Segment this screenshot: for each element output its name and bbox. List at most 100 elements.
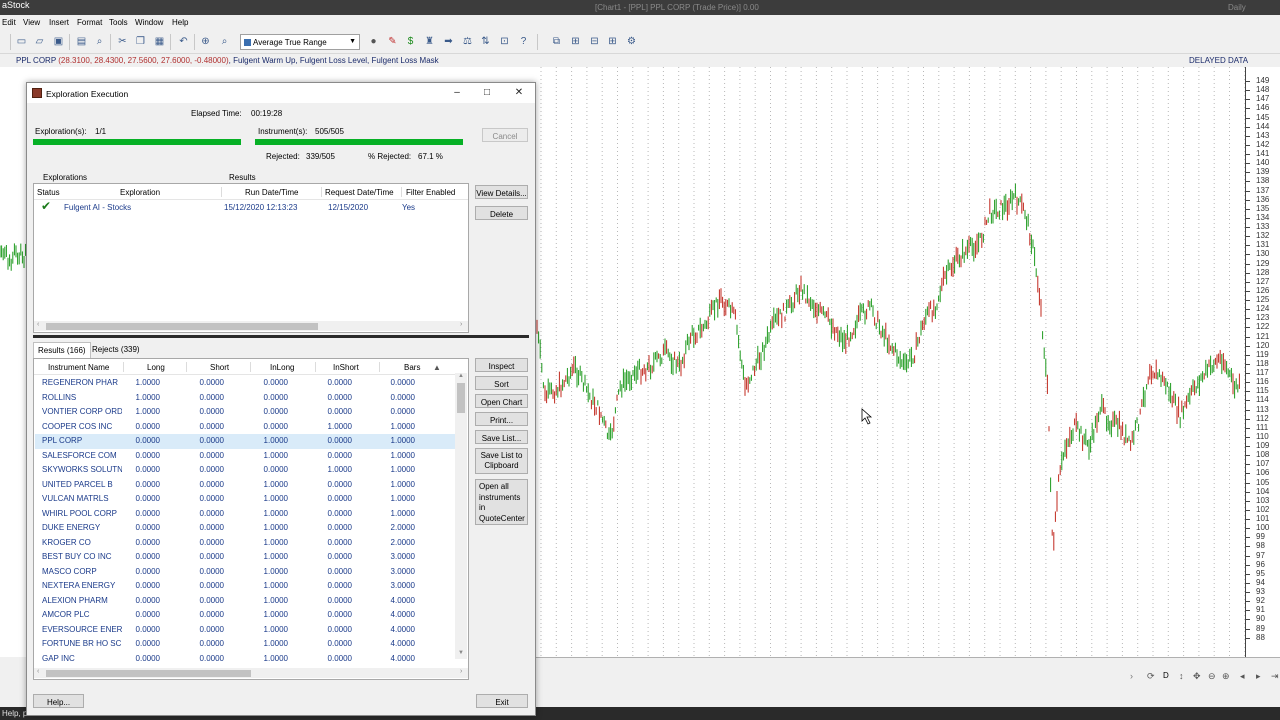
minimize-icon[interactable]: –: [450, 86, 464, 100]
dollar-icon[interactable]: $: [404, 35, 417, 48]
refresh-icon[interactable]: ⟳: [1147, 671, 1155, 682]
exit-button[interactable]: Exit: [476, 694, 528, 708]
column-header-request-date[interactable]: Request Date/Time: [325, 188, 394, 197]
delete-button[interactable]: Delete: [475, 206, 528, 220]
zoom-in-icon[interactable]: ⊕: [1222, 671, 1230, 682]
scroll-down-arrow-icon[interactable]: ▼: [458, 650, 464, 656]
table-row[interactable]: ALEXION PHARM 0.0000 0.0000 1.0000 0.0000 4.0…: [35, 594, 455, 609]
cut-icon[interactable]: ✂: [116, 35, 129, 48]
paste-icon[interactable]: ▦: [153, 35, 166, 48]
hscroll-thumb[interactable]: [46, 670, 251, 677]
binoculars-icon[interactable]: ♜: [423, 35, 436, 48]
column-header-long[interactable]: Long: [147, 363, 165, 372]
print-button[interactable]: Print...: [475, 412, 528, 426]
cascade-icon[interactable]: ⧉: [550, 35, 563, 48]
table-row[interactable]: MASCO CORP 0.0000 0.0000 1.0000 0.0000 3.0000: [35, 565, 455, 580]
indicator-select[interactable]: Average True Range ▼: [240, 34, 360, 50]
save-list-clipboard-button[interactable]: Save List to Clipboard: [475, 448, 528, 474]
cancel-button[interactable]: Cancel: [482, 128, 528, 142]
print-icon[interactable]: ▤: [75, 35, 88, 48]
close-icon[interactable]: ✕: [512, 86, 526, 100]
panel-splitter[interactable]: [33, 335, 529, 338]
grid-icon[interactable]: ⊞: [606, 35, 619, 48]
column-header-status[interactable]: Status: [37, 188, 60, 197]
table-row[interactable]: NEXTERA ENERGY 0.0000 0.0000 1.0000 0.0000 3.…: [35, 579, 455, 594]
tab-results[interactable]: Results (166): [33, 342, 91, 358]
column-header-run-date[interactable]: Run Date/Time: [245, 188, 299, 197]
scroll-prev-icon[interactable]: ◂: [1240, 671, 1245, 682]
new-file-icon[interactable]: ▭: [15, 35, 28, 48]
results-hscroll[interactable]: ‹ ›: [34, 668, 468, 678]
save-list-button[interactable]: Save List...: [475, 430, 528, 444]
period-button[interactable]: D: [1163, 671, 1169, 680]
undo-icon[interactable]: ↶: [177, 35, 190, 48]
scroll-up-arrow-icon[interactable]: ▲: [458, 373, 464, 379]
tile-horizontal-icon[interactable]: ⊞: [569, 35, 582, 48]
crosshair-icon[interactable]: ⊕: [199, 35, 212, 48]
table-row[interactable]: SALESFORCE COM 0.0000 0.0000 1.0000 0.0000 1.…: [35, 449, 455, 464]
menu-window[interactable]: Window: [135, 18, 163, 27]
table-row[interactable]: DUKE ENERGY 0.0000 0.0000 1.0000 0.0000 2.000…: [35, 521, 455, 536]
table-row[interactable]: COOPER COS INC 0.0000 0.0000 0.0000 1.0000 1.…: [35, 420, 455, 435]
drawing-tool-icon[interactable]: ⇅: [479, 35, 492, 48]
table-row[interactable]: KROGER CO 0.0000 0.0000 1.0000 0.0000 2.0000: [35, 536, 455, 551]
view-details-button[interactable]: View Details...: [475, 185, 528, 199]
table-row[interactable]: SKYWORKS SOLUTNS 0.0000 0.0000 0.0000 1.0000…: [35, 463, 455, 478]
copy-icon[interactable]: ❐: [134, 35, 147, 48]
scroll-end-icon[interactable]: ⇥: [1271, 671, 1279, 682]
explorations-hscroll[interactable]: ‹ ›: [34, 321, 468, 331]
tab-rejects[interactable]: Rejects (339): [88, 342, 144, 358]
table-row[interactable]: PPL CORP 0.0000 0.0000 1.0000 0.0000 1.0000: [35, 434, 455, 449]
print-preview-icon[interactable]: ⌕: [93, 35, 106, 48]
settings-icon[interactable]: ⚙: [625, 35, 638, 48]
expert-icon[interactable]: ✎: [386, 35, 399, 48]
explorations-list[interactable]: Status Exploration Run Date/Time Request…: [33, 183, 469, 333]
scroll-right-arrow-icon[interactable]: ›: [460, 668, 462, 675]
column-header-filter-enabled[interactable]: Filter Enabled: [406, 188, 455, 197]
vertical-resize-icon[interactable]: ↕: [1179, 671, 1184, 681]
menu-tools[interactable]: Tools: [109, 18, 128, 27]
table-row[interactable]: UNITED PARCEL B 0.0000 0.0000 1.0000 0.0000 1…: [35, 478, 455, 493]
column-header-bars[interactable]: Bars: [404, 363, 420, 372]
vscroll-thumb[interactable]: [457, 383, 465, 413]
zoom-out-icon[interactable]: ⊖: [1208, 671, 1216, 682]
table-row[interactable]: VONTIER CORP ORD 1.0000 0.0000 0.0000 0.0000…: [35, 405, 455, 420]
column-header-short[interactable]: Short: [210, 363, 229, 372]
scroll-left-arrow-icon[interactable]: ‹: [37, 321, 39, 328]
column-header-inshort[interactable]: InShort: [333, 363, 359, 372]
table-row[interactable]: REGENERON PHAR 1.0000 0.0000 0.0000 0.0000 0.…: [35, 376, 455, 391]
table-row[interactable]: WHIRL POOL CORP 0.0000 0.0000 1.0000 0.0000 1…: [35, 507, 455, 522]
arrow-right-icon[interactable]: ➡: [442, 35, 455, 48]
menu-insert[interactable]: Insert: [49, 18, 69, 27]
scroll-left-arrow-icon[interactable]: ‹: [37, 668, 39, 675]
menu-view[interactable]: View: [23, 18, 40, 27]
scroll-next-icon[interactable]: ▸: [1256, 671, 1261, 682]
results-list[interactable]: Instrument Name Long Short InLong InShor…: [33, 358, 469, 680]
table-row[interactable]: FORTUNE BR HO SC 0.0000 0.0000 1.0000 0.0000…: [35, 637, 455, 652]
column-header-instrument-name[interactable]: Instrument Name: [48, 363, 109, 372]
table-row[interactable]: GAP INC 0.0000 0.0000 1.0000 0.0000 4.0000: [35, 652, 455, 667]
table-row[interactable]: VULCAN MATRLS 0.0000 0.0000 1.0000 0.0000 1.0…: [35, 492, 455, 507]
tile-vertical-icon[interactable]: ⊟: [588, 35, 601, 48]
table-row[interactable]: ROLLINS 1.0000 0.0000 0.0000 0.0000 0.0000: [35, 391, 455, 406]
save-icon[interactable]: ▣: [52, 35, 65, 48]
menu-format[interactable]: Format: [77, 18, 102, 27]
hscroll-thumb[interactable]: [46, 323, 318, 330]
open-all-quotecenter-button[interactable]: Open all instruments in QuoteCenter: [475, 479, 528, 525]
open-chart-button[interactable]: Open Chart: [475, 394, 528, 408]
balance-icon[interactable]: ⚖: [461, 35, 474, 48]
help-pointer-icon[interactable]: ?: [517, 35, 530, 48]
menu-help[interactable]: Help: [172, 18, 188, 27]
column-header-inlong[interactable]: InLong: [270, 363, 294, 372]
scroll-right-arrow-icon[interactable]: ›: [460, 321, 462, 328]
maximize-icon[interactable]: □: [480, 86, 494, 100]
menu-edit[interactable]: Edit: [2, 18, 16, 27]
find-icon[interactable]: ⊡: [498, 35, 511, 48]
zoom-icon[interactable]: ⌕: [218, 35, 231, 48]
inspect-button[interactable]: Inspect: [475, 358, 528, 372]
results-vscroll[interactable]: ▲ ▼: [455, 373, 467, 659]
column-header-exploration[interactable]: Exploration: [120, 188, 160, 197]
open-folder-icon[interactable]: ▱: [33, 35, 46, 48]
scroll-left-icon[interactable]: ›: [1130, 671, 1133, 681]
move-icon[interactable]: ✥: [1193, 671, 1201, 682]
